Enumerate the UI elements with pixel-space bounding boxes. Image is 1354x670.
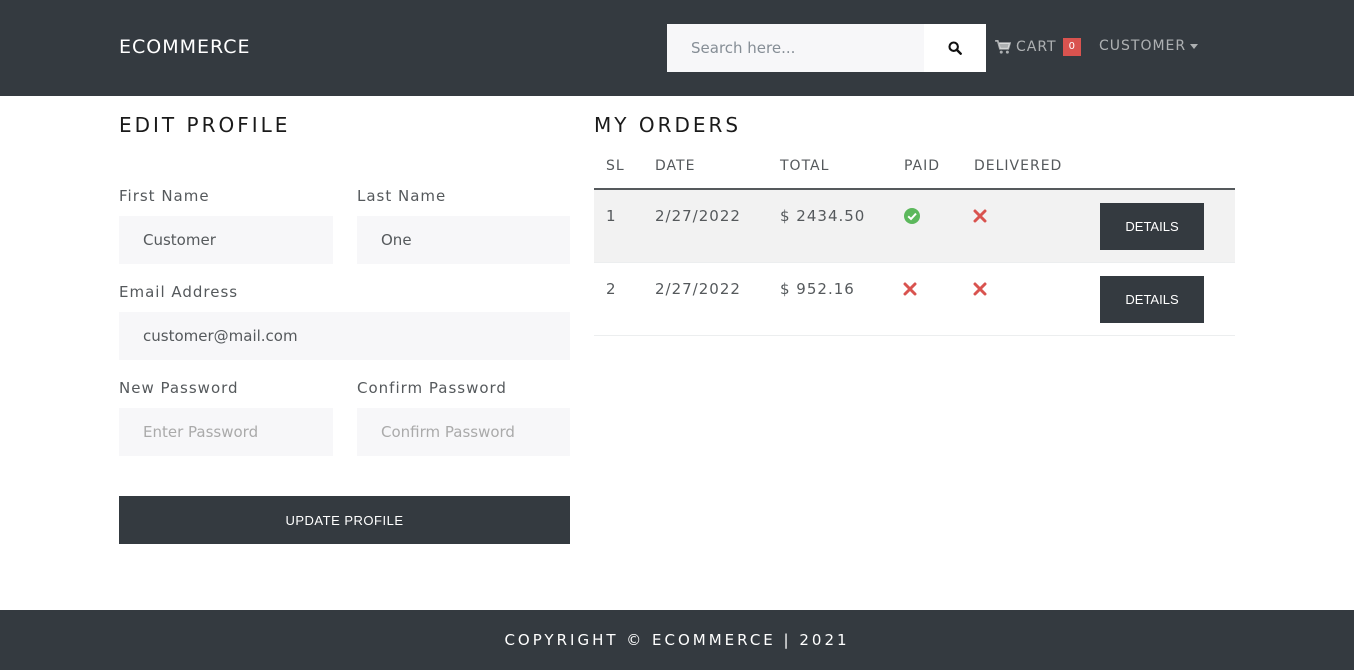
details-button[interactable]: DETAILS — [1100, 203, 1204, 250]
table-row: 2 2/27/2022 $ 952.16 DETAILS — [594, 263, 1235, 336]
cart-label: CART — [1016, 39, 1057, 55]
orders-table-header: SL DATE TOTAL PAID DELIVERED — [594, 145, 1235, 190]
column-header-sl: SL — [606, 158, 625, 174]
column-header-paid: PAID — [904, 158, 941, 174]
order-date: 2/27/2022 — [655, 207, 741, 225]
order-sl: 2 — [606, 280, 617, 298]
first-name-label: First Name — [119, 187, 210, 205]
caret-down-icon — [1190, 43, 1199, 49]
order-total: $ 952.16 — [780, 280, 855, 298]
customer-label: CUSTOMER — [1099, 38, 1187, 54]
brand-logo[interactable]: ECOMMERCE — [119, 36, 251, 58]
last-name-field[interactable] — [357, 216, 570, 264]
copyright-text: COPYRIGHT © ECOMMERCE | 2021 — [504, 631, 850, 649]
confirm-password-field[interactable] — [357, 408, 570, 456]
times-icon — [903, 282, 917, 296]
email-label: Email Address — [119, 283, 239, 301]
first-name-field[interactable] — [119, 216, 333, 264]
column-header-total: TOTAL — [780, 158, 830, 174]
details-button[interactable]: DETAILS — [1100, 276, 1204, 323]
orders-table: SL DATE TOTAL PAID DELIVERED 1 2/27/2022… — [594, 145, 1235, 336]
search-input[interactable] — [667, 24, 924, 72]
cart-link[interactable]: CART 0 — [995, 36, 1081, 58]
order-date: 2/27/2022 — [655, 280, 741, 298]
order-total: $ 2434.50 — [780, 207, 866, 225]
times-icon — [973, 209, 987, 223]
my-orders-title: MY ORDERS — [594, 113, 742, 137]
times-icon — [973, 282, 987, 296]
update-profile-button[interactable]: UPDATE PROFILE — [119, 496, 570, 544]
column-header-delivered: DELIVERED — [974, 158, 1063, 174]
search-icon — [948, 41, 962, 55]
shopping-cart-icon — [995, 40, 1011, 54]
customer-dropdown[interactable]: CUSTOMER — [1099, 36, 1199, 56]
email-field[interactable] — [119, 312, 570, 360]
cart-count-badge: 0 — [1062, 38, 1081, 56]
table-row: 1 2/27/2022 $ 2434.50 DETAILS — [594, 190, 1235, 263]
order-sl: 1 — [606, 207, 617, 225]
navbar: ECOMMERCE CART 0 CUSTOMER — [0, 0, 1354, 96]
last-name-label: Last Name — [357, 187, 447, 205]
column-header-date: DATE — [655, 158, 696, 174]
new-password-label: New Password — [119, 379, 239, 397]
new-password-field[interactable] — [119, 408, 333, 456]
search-button[interactable] — [924, 24, 986, 72]
edit-profile-title: EDIT PROFILE — [119, 113, 291, 137]
footer: COPYRIGHT © ECOMMERCE | 2021 — [0, 610, 1354, 670]
confirm-password-label: Confirm Password — [357, 379, 507, 397]
check-circle-icon — [904, 208, 920, 224]
